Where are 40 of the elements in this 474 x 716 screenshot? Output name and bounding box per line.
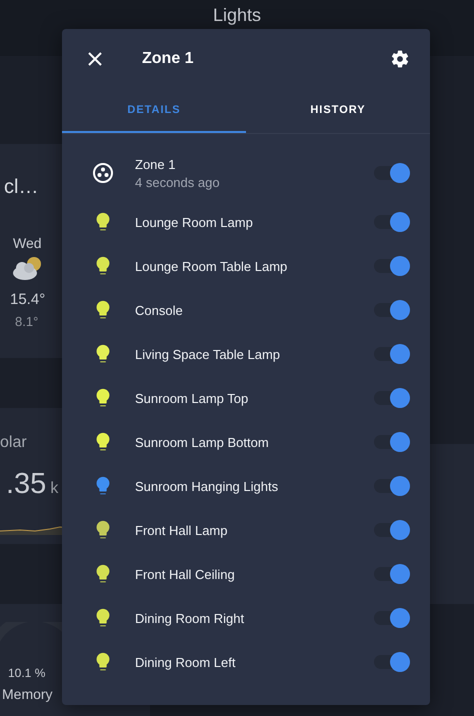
entity-name: Front Hall Ceiling — [135, 566, 236, 582]
forecast-day: Wed — [13, 235, 42, 251]
weather-condition: cl… — [4, 176, 38, 199]
entity-name: Zone 1 — [135, 156, 176, 172]
toggle-switch[interactable] — [374, 655, 408, 669]
low-temperature: 8.1° — [15, 314, 38, 329]
last-changed: 4 seconds ago — [135, 174, 221, 190]
toggle-switch[interactable] — [374, 391, 408, 405]
toggle-switch[interactable] — [374, 611, 408, 625]
dialog-title: Zone 1 — [142, 50, 195, 68]
toggle-switch[interactable] — [374, 215, 408, 229]
toggle-switch[interactable] — [374, 435, 408, 449]
entity-name: Console — [135, 302, 184, 318]
high-temperature: 15.4° — [10, 291, 46, 308]
energy-value: .35 — [6, 468, 46, 501]
entity-name: Dining Room Right — [135, 610, 246, 626]
settings-icon — [390, 49, 410, 69]
page-title: Lights — [212, 5, 262, 27]
entity-name: Sunroom Lamp Bottom — [135, 434, 270, 450]
toggle-switch[interactable] — [374, 347, 408, 361]
entity-name: Dining Room Left — [135, 654, 236, 670]
entity-name: Front Hall Lamp — [135, 522, 228, 538]
entity-name: Lounge Room Lamp — [135, 214, 254, 230]
toggle-switch[interactable] — [374, 567, 408, 581]
entity-name: Sunroom Lamp Top — [135, 390, 250, 406]
memory-label: Memory — [2, 686, 54, 702]
entity-name: Living Space Table Lamp — [135, 346, 282, 362]
toggle-switch[interactable] — [374, 303, 408, 317]
toggle-switch[interactable] — [374, 479, 408, 493]
toggle-switch[interactable] — [374, 166, 408, 180]
entity-name: Lounge Room Table Lamp — [135, 258, 288, 274]
partly-cloudy-icon — [10, 255, 44, 281]
tab[interactable]: HISTORY — [246, 89, 430, 133]
entity-name: Sunroom Hanging Lights — [135, 478, 280, 494]
toggle-switch[interactable] — [374, 259, 408, 273]
energy-unit: k — [50, 480, 58, 498]
toggle-switch[interactable] — [374, 523, 408, 537]
group-icon — [92, 162, 114, 184]
close-icon — [88, 52, 102, 66]
memory-value: 10.1 % — [8, 666, 46, 680]
